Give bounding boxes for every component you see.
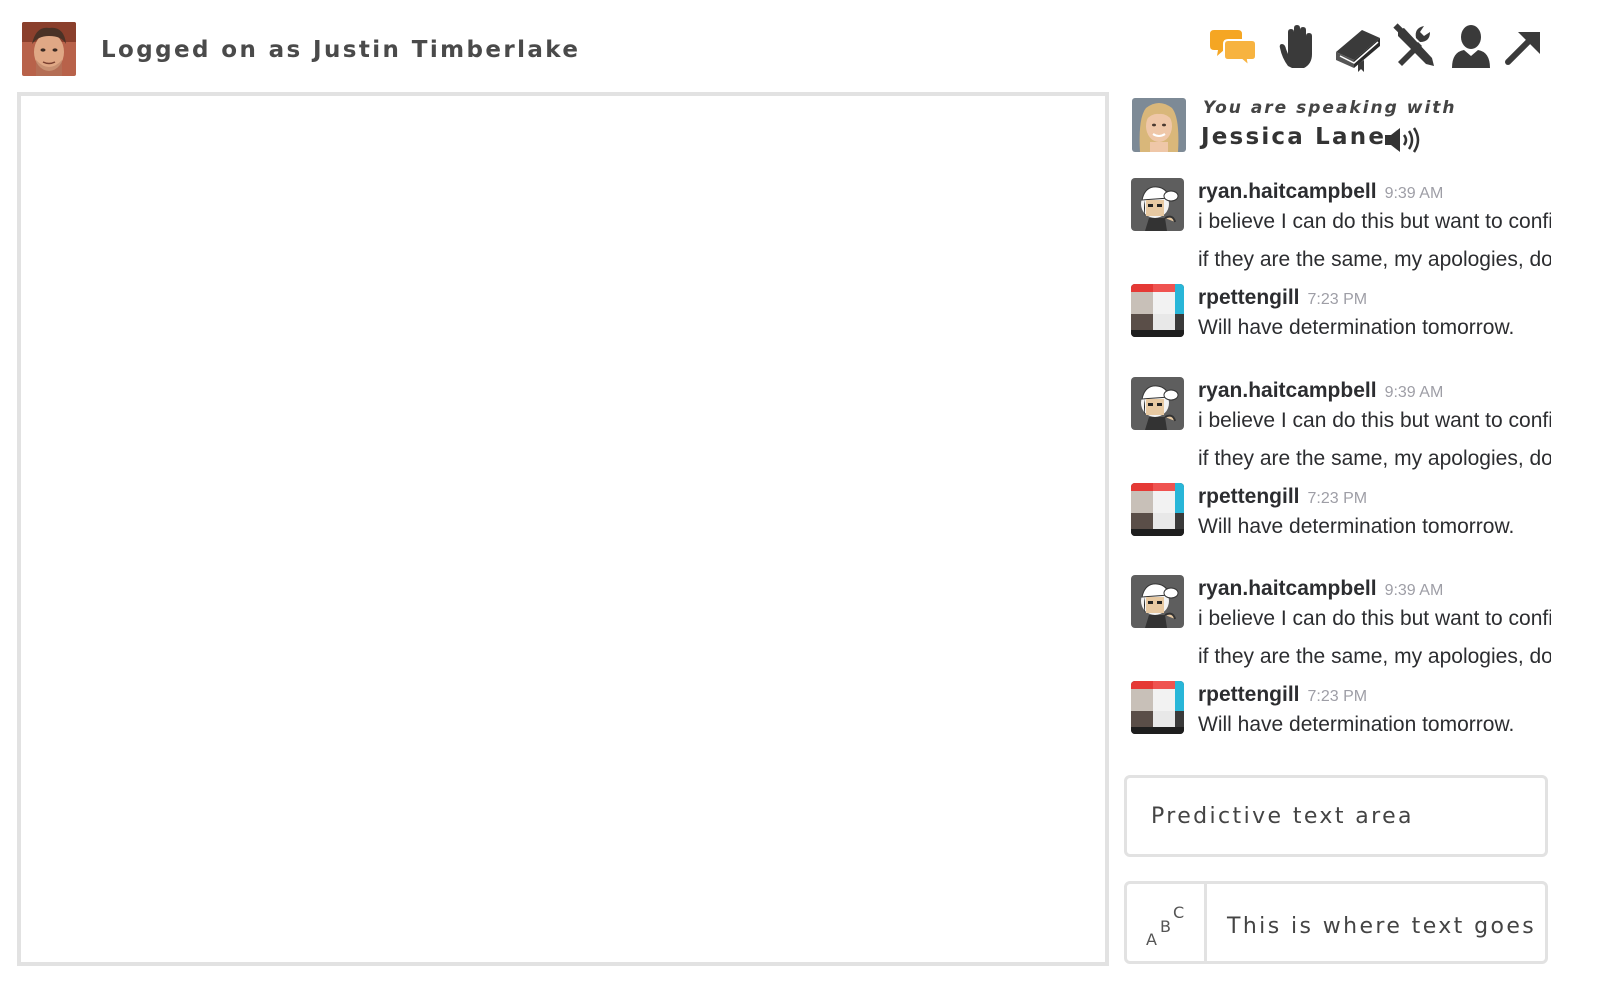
chat-message: rpettengill 7:23 PM Will have determinati… — [1131, 483, 1551, 543]
message-time: 7:23 PM — [1307, 490, 1368, 507]
message-author[interactable]: ryan.haitcampbell — [1198, 577, 1377, 600]
message-author[interactable]: rpettengill — [1198, 683, 1300, 706]
chat-message: ryan.haitcampbell 9:39 AM i believe I can… — [1131, 575, 1551, 685]
abc-letter-b: B — [1160, 917, 1171, 936]
profile-button[interactable] — [1446, 22, 1496, 72]
message-meta: rpettengill 7:23 PM — [1198, 286, 1367, 310]
message-avatar — [1131, 178, 1184, 231]
message-author[interactable]: rpettengill — [1198, 286, 1300, 309]
contact-name: Jessica Lane — [1201, 124, 1387, 150]
chat-message: rpettengill 7:23 PM Will have determinati… — [1131, 284, 1551, 344]
chat-button[interactable] — [1208, 22, 1258, 72]
predictive-text-area[interactable]: Predictive text area — [1124, 775, 1548, 857]
message-author[interactable]: ryan.haitcampbell — [1198, 379, 1377, 402]
message-meta: rpettengill 7:23 PM — [1198, 485, 1367, 509]
tools-icon — [1393, 23, 1434, 66]
message-text: if they are the same, my apologies, don'… — [1198, 248, 1551, 271]
user-icon — [1452, 25, 1490, 68]
message-text: if they are the same, my apologies, don'… — [1198, 645, 1551, 668]
message-time: 9:39 AM — [1384, 185, 1444, 202]
message-text: Will have determination tomorrow. — [1198, 713, 1515, 736]
message-text: i believe I can do this but want to conf… — [1198, 210, 1551, 233]
message-author[interactable]: rpettengill — [1198, 485, 1300, 508]
abc-letter-c: C — [1173, 903, 1185, 922]
arrow-up-right-icon — [1505, 32, 1540, 65]
main-canvas[interactable] — [17, 92, 1109, 966]
message-meta: ryan.haitcampbell 9:39 AM — [1198, 577, 1443, 601]
message-time: 9:39 AM — [1384, 582, 1444, 599]
message-meta: rpettengill 7:23 PM — [1198, 683, 1367, 707]
message-time: 7:23 PM — [1307, 291, 1368, 308]
message-text: i believe I can do this but want to conf… — [1198, 607, 1551, 630]
speaker-icon[interactable] — [1384, 126, 1422, 154]
message-avatar — [1131, 377, 1184, 430]
speech-bubbles-icon — [1210, 30, 1257, 69]
message-input[interactable]: This is where text goes — [1227, 914, 1536, 939]
message-text: Will have determination tomorrow. — [1198, 316, 1515, 339]
message-time: 9:39 AM — [1384, 384, 1444, 401]
lessons-button[interactable] — [1332, 22, 1382, 72]
message-time: 7:23 PM — [1307, 688, 1368, 705]
settings-button[interactable] — [1390, 22, 1440, 72]
message-meta: ryan.haitcampbell 9:39 AM — [1198, 180, 1443, 204]
chat-message: rpettengill 7:23 PM Will have determinati… — [1131, 681, 1551, 741]
user-avatar — [22, 22, 76, 76]
message-avatar — [1131, 575, 1184, 628]
toolbar — [1208, 22, 1558, 72]
speaking-with-label: You are speaking with — [1203, 98, 1457, 118]
message-avatar — [1131, 681, 1184, 734]
predictive-text: Predictive text area — [1151, 804, 1414, 829]
keyboard-toggle-button[interactable]: A B C — [1127, 884, 1207, 961]
book-icon — [1336, 30, 1380, 72]
message-author[interactable]: ryan.haitcampbell — [1198, 180, 1377, 203]
message-text: Will have determination tomorrow. — [1198, 515, 1515, 538]
chat-message: ryan.haitcampbell 9:39 AM i believe I can… — [1131, 377, 1551, 487]
hand-icon — [1279, 25, 1312, 68]
message-avatar — [1131, 284, 1184, 337]
contact-avatar — [1132, 98, 1186, 152]
message-meta: ryan.haitcampbell 9:39 AM — [1198, 379, 1443, 403]
message-avatar — [1131, 483, 1184, 536]
exit-button[interactable] — [1500, 22, 1550, 72]
message-text: if they are the same, my apologies, don'… — [1198, 447, 1551, 470]
logged-in-label: Logged on as Justin Timberlake — [101, 37, 581, 63]
abc-letter-a: A — [1146, 930, 1157, 949]
message-text: i believe I can do this but want to conf… — [1198, 409, 1551, 432]
message-input-box[interactable]: A B C This is where text goes — [1124, 881, 1548, 964]
raise-hand-button[interactable] — [1274, 22, 1324, 72]
chat-message: ryan.haitcampbell 9:39 AM i believe I can… — [1131, 178, 1551, 288]
